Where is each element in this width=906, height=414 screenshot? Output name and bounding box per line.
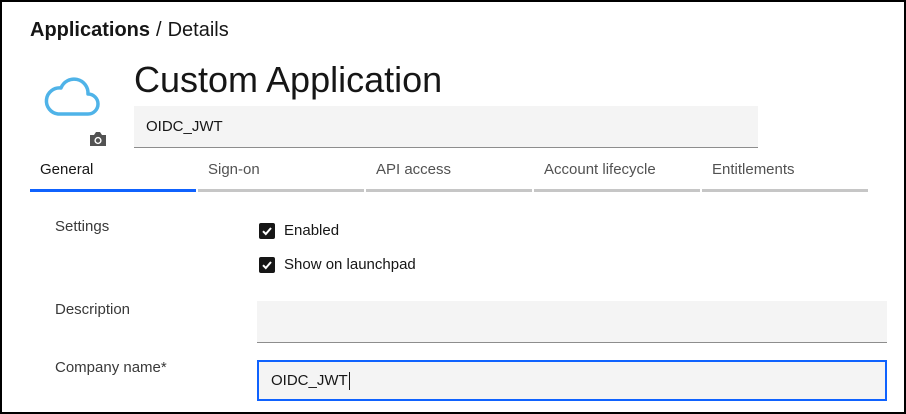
launchpad-label: Show on launchpad (284, 256, 416, 273)
application-name-input[interactable]: OIDC_JWT (134, 106, 758, 148)
breadcrumb-applications-link[interactable]: Applications (30, 19, 150, 41)
page-title: Custom Application (134, 59, 443, 100)
enabled-label: Enabled (284, 222, 340, 239)
settings-label: Settings (55, 218, 110, 235)
tab-sign-on[interactable]: Sign-on (198, 154, 364, 192)
launchpad-checkbox[interactable] (259, 256, 275, 273)
company-name-value: OIDC_JWT (271, 372, 348, 389)
enabled-checkbox[interactable] (259, 222, 275, 239)
tab-entitlements[interactable]: Entitlements (702, 154, 868, 192)
breadcrumb-separator: / (156, 19, 162, 41)
breadcrumb-current: Details (167, 19, 229, 41)
details-panel: Applications / Details Custom Application … (0, 0, 906, 414)
launchpad-checkbox-row[interactable]: Show on launchpad (259, 256, 416, 273)
description-label: Description (55, 301, 131, 318)
breadcrumb: Applications / Details (30, 18, 229, 42)
tab-api-access[interactable]: API access (366, 154, 532, 192)
company-name-input[interactable]: OIDC_JWT (257, 360, 887, 401)
company-name-label: Company name* (55, 359, 167, 376)
enabled-checkbox-row[interactable]: Enabled (259, 222, 339, 239)
text-cursor (348, 371, 350, 390)
description-input[interactable] (257, 301, 887, 343)
checkmark-icon (262, 226, 272, 235)
cloud-icon (44, 77, 100, 116)
checkmark-icon (262, 260, 272, 269)
tab-bar: General Sign-on API access Account lifec… (30, 154, 870, 192)
camera-icon[interactable] (88, 130, 108, 148)
tab-account-lifecycle[interactable]: Account lifecycle (534, 154, 700, 192)
application-name-value: OIDC_JWT (146, 118, 223, 135)
tab-general[interactable]: General (30, 154, 196, 192)
